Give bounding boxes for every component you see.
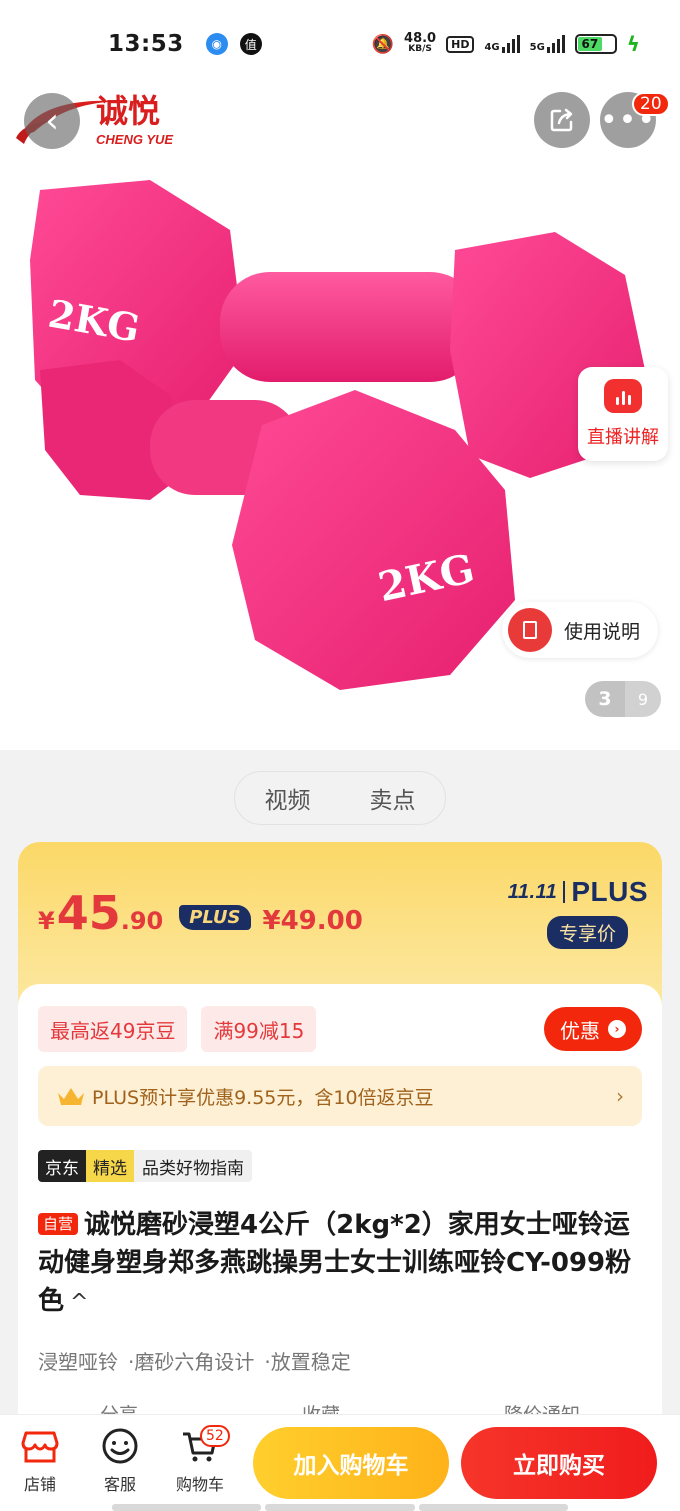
plus-badge: PLUS [179,905,251,930]
discount-label: 优惠 [560,1018,600,1043]
share-button[interactable] [534,92,590,148]
product-title: 自营 诚悦磨砂浸塑4公斤（2kg*2）家用女士哑铃运动健身塑身郑多燕跳操男士女士训… [38,1206,650,1322]
selected-label: 精选 [86,1150,134,1182]
coupon-jingdou[interactable]: 最高返49京豆 [38,1006,188,1052]
crown-icon [58,1088,84,1105]
coupon-full-reduction[interactable]: 满99减15 [201,1006,317,1052]
feature-list: 浸塑哑铃 ·磨砂六角设计 ·放置稳定 [38,1346,351,1375]
shop-nav-button[interactable]: 店铺 [8,1427,72,1495]
tab-video[interactable]: 视频 [265,781,311,815]
mute-icon: 🔕 [371,33,395,55]
image-page-current: 3 [598,688,612,710]
status-time: 13:53 [108,31,184,57]
product-title-text: 诚悦磨砂浸塑4公斤（2kg*2）家用女士哑铃运动健身塑身郑多燕跳操男士女士训练哑… [38,1210,632,1316]
charging-icon: ϟ [626,32,640,56]
image-page-indicator: 3 9 [585,681,661,717]
price-row: ¥ 45 .90 PLUS ¥49.00 [38,890,363,936]
battery-icon: 67 [574,34,617,54]
chevron-right-icon: › [608,1020,626,1038]
jd-label: 京东 [38,1150,86,1182]
signal-5g-icon: 5G [530,35,565,53]
plus-savings-text: PLUS预计享优惠9.55元，含10倍返京豆 [92,1086,434,1109]
back-button[interactable]: ‹ [24,93,80,149]
user-manual-button[interactable]: 使用说明 [502,602,658,658]
signal-4g-icon: 4G [484,35,520,53]
customer-service-icon [102,1428,138,1464]
ranking-tag[interactable]: 京东 精选 品类好物指南 [38,1150,252,1182]
add-to-cart-button[interactable]: 加入购物车 [253,1427,449,1499]
status-indicators: 🔕 48.0 KB/S HD 4G 5G 67 ϟ [372,32,640,56]
cart-label: 购物车 [175,1475,224,1494]
customer-service-button[interactable]: 客服 [88,1427,152,1495]
feature-item: ·磨砂六角设计 [128,1350,255,1374]
feature-item: 浸塑哑铃 [38,1350,118,1374]
customer-service-label: 客服 [103,1475,136,1494]
product-info-card: 最高返49京豆 满99减15 优惠 › PLUS预计享优惠9.55元，含10倍返… [18,984,662,1434]
cart-nav-button[interactable]: 购物车 52 [168,1425,232,1495]
discount-button[interactable]: 优惠 › [544,1007,642,1051]
price-decimal: .90 [120,907,164,935]
svg-text:诚悦: 诚悦 [96,92,160,130]
browser-app-icon: ◉ [205,33,228,55]
svg-text:CHENG YUE: CHENG YUE [96,132,173,147]
price-currency: ¥ [38,907,55,935]
gesture-bar [112,1504,568,1511]
chevron-right-icon: › [616,1084,624,1108]
self-operated-badge: 自营 [38,1213,79,1235]
live-bars-icon [604,379,642,413]
exclusive-price-tag: 专享价 [546,916,628,949]
price-integer: 45 [56,886,121,940]
cart-count-badge: 52 [200,1425,230,1447]
coupon-row: 最高返49京豆 满99减15 [38,1006,317,1052]
double-eleven-plus-logo: 11.11 PLUS [507,876,648,907]
tab-selling-points[interactable]: 卖点 [370,781,416,815]
chevron-left-icon: ‹ [45,101,59,141]
shop-icon [21,1431,59,1463]
bottom-action-bar: 店铺 客服 购物车 52 加入购物车 立即购买 [0,1414,680,1511]
feature-item: ·放置稳定 [264,1350,351,1374]
media-tabs: 视频 卖点 [234,771,446,825]
collapse-title-icon[interactable]: ^ [70,1284,88,1322]
deal-app-icon: 值 [239,33,262,55]
plus-savings-bar[interactable]: PLUS预计享优惠9.55元，含10倍返京豆 › [38,1066,642,1126]
live-explain-label: 直播讲解 [587,427,659,448]
image-page-total: 9 [625,681,661,717]
hd-voice-icon: HD [446,35,475,53]
shop-label: 店铺 [23,1475,56,1494]
message-count-badge: 20 [632,92,670,116]
category-guide-label: 品类好物指南 [134,1150,252,1182]
plus-price: ¥49.00 [262,906,363,936]
status-app-icons: ◉ 值 [205,33,262,55]
product-detail-page: 2KG 2KG 13:53 ◉ 值 🔕 48.0 KB/S HD 4G 5G 6… [0,0,680,1511]
buy-now-button[interactable]: 立即购买 [461,1427,657,1499]
manual-book-icon [508,608,552,652]
network-speed: 48.0 KB/S [404,31,437,54]
status-bar: 13:53 ◉ 值 🔕 48.0 KB/S HD 4G 5G 67 ϟ [0,0,680,88]
user-manual-label: 使用说明 [564,620,641,643]
live-explain-button[interactable]: 直播讲解 [578,367,668,461]
share-icon [550,108,573,132]
